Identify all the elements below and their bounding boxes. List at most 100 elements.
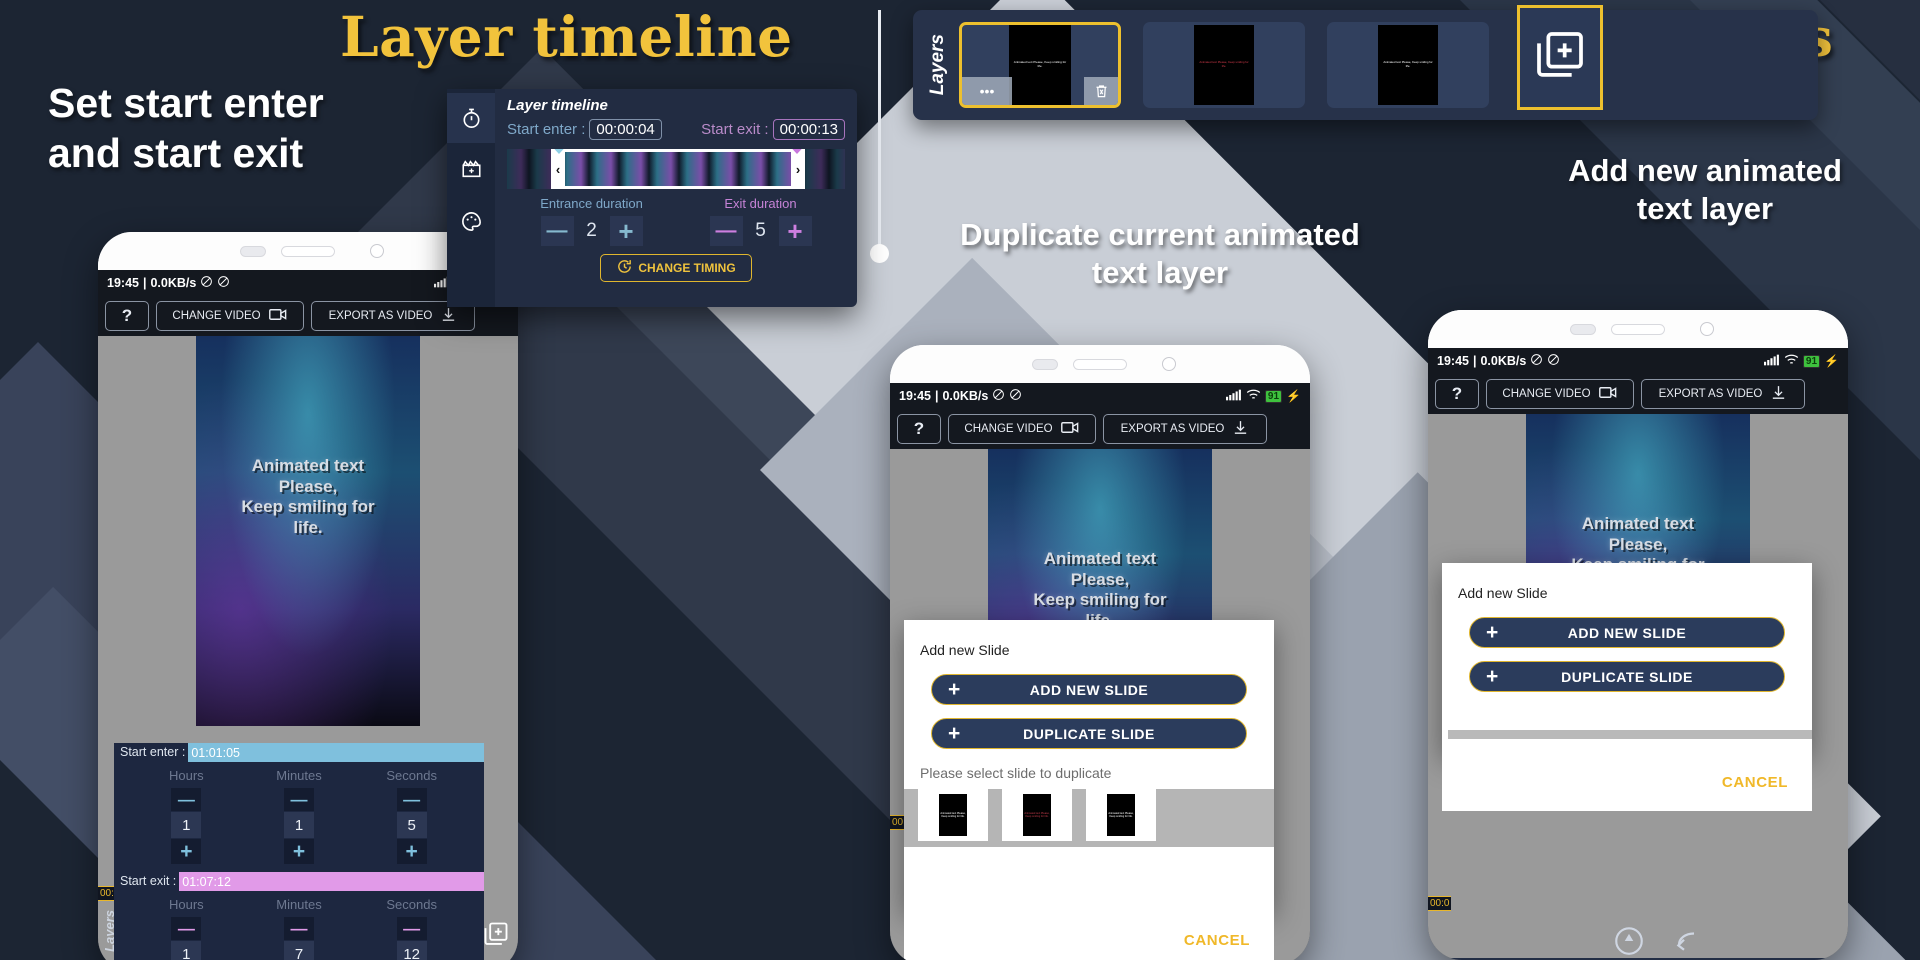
picker-col-label: Seconds xyxy=(386,768,437,783)
layer-thumb-text: Animated text Please, Keep smiling for l… xyxy=(1013,60,1067,68)
undo-icon[interactable] xyxy=(1668,926,1700,960)
add-layer-icon[interactable] xyxy=(482,920,510,953)
layer-timeline-panel[interactable]: Layer timeline Start enter : 00:00:04 St… xyxy=(447,89,857,307)
export-as-video-button[interactable]: EXPORT AS VIDEO xyxy=(1103,414,1267,444)
layer-card[interactable]: Animated text Please, Keep smiling for l… xyxy=(1143,22,1305,108)
slide-thumbnail[interactable]: Animated text Please, Keep smiling for l… xyxy=(918,789,988,841)
status-net-speed: 0.0KB/s xyxy=(942,389,989,403)
help-button[interactable]: ? xyxy=(1435,379,1479,409)
replay-icon[interactable] xyxy=(1612,924,1646,960)
picker-column-hours[interactable]: Hours — 1 + xyxy=(130,768,243,864)
slide-thumb-text: Animated text Please, Keep smiling for l… xyxy=(1023,794,1051,836)
signal-icon xyxy=(1225,389,1242,404)
add-new-slide-button[interactable]: + ADD NEW SLIDE xyxy=(1469,617,1785,648)
seconds-plus-button[interactable]: + xyxy=(396,839,427,864)
delete-icon[interactable] xyxy=(1084,77,1118,105)
dialog-footer[interactable]: CANCEL xyxy=(1442,753,1812,811)
exit-seconds-minus-button[interactable]: — xyxy=(396,917,427,940)
picker-col-label: Seconds xyxy=(386,897,437,912)
seconds-minus-button[interactable]: — xyxy=(396,788,427,811)
duplicate-slide-button[interactable]: + DUPLICATE SLIDE xyxy=(1469,661,1785,692)
minutes-minus-button[interactable]: — xyxy=(284,788,314,811)
start-exit-label: Start exit : xyxy=(701,121,769,138)
picker-column-seconds[interactable]: Seconds — 5 + xyxy=(355,768,468,864)
video-text-line: Keep smiling for xyxy=(241,497,375,517)
duplicate-slide-button[interactable]: + DUPLICATE SLIDE xyxy=(931,718,1247,749)
dialog-scroll-area[interactable] xyxy=(1448,730,1812,739)
stopwatch-icon[interactable] xyxy=(447,93,495,143)
change-video-label: CHANGE VIDEO xyxy=(1502,388,1591,400)
slide-thumbnail[interactable]: Animated text Please, Keep smiling for l… xyxy=(1086,789,1156,841)
exit-hours-value: 1 xyxy=(171,941,202,960)
download-icon xyxy=(440,306,457,326)
enter-handle[interactable]: ‹ xyxy=(551,149,565,189)
start-enter-group[interactable]: Start enter : 00:00:04 xyxy=(507,119,662,140)
slide-thumbnail-list[interactable]: Animated text Please, Keep smiling for l… xyxy=(904,789,1274,847)
dialog-cancel-button[interactable]: CANCEL xyxy=(1722,774,1788,791)
video-preview[interactable]: Animated text Please, Keep smiling for l… xyxy=(196,336,420,726)
exit-duration-controls[interactable]: — 5 + xyxy=(676,216,845,246)
add-new-slide-dialog[interactable]: Add new Slide + ADD NEW SLIDE + DUPLICAT… xyxy=(1442,563,1812,753)
change-video-button[interactable]: CHANGE VIDEO xyxy=(1486,379,1634,409)
app-toolbar[interactable]: ? CHANGE VIDEO EXPORT AS VIDEO xyxy=(1428,374,1848,414)
change-video-button[interactable]: CHANGE VIDEO xyxy=(948,414,1096,444)
dialog-title: Add new Slide xyxy=(1458,585,1548,601)
video-text-line: Animated text xyxy=(1581,514,1695,533)
entrance-duration-controls[interactable]: — 2 + xyxy=(507,216,676,246)
exit-handle[interactable]: › xyxy=(791,149,805,189)
picker-column-hours-exit[interactable]: Hours — 1 + xyxy=(130,897,243,960)
slide-thumbnail[interactable]: Animated text Please, Keep smiling for l… xyxy=(1002,789,1072,841)
help-button[interactable]: ? xyxy=(897,414,941,444)
start-exit-value[interactable]: 00:00:13 xyxy=(772,119,845,140)
entrance-minus-button[interactable]: — xyxy=(540,216,574,246)
change-video-button[interactable]: CHANGE VIDEO xyxy=(156,301,304,331)
exit-hours-minus-button[interactable]: — xyxy=(171,917,202,940)
add-new-slide-button[interactable]: + ADD NEW SLIDE xyxy=(931,674,1247,705)
start-enter-value[interactable]: 00:00:04 xyxy=(589,119,662,140)
add-layer-button[interactable] xyxy=(1517,5,1603,110)
export-label: EXPORT AS VIDEO xyxy=(1120,423,1225,435)
entrance-plus-button[interactable]: + xyxy=(609,216,643,246)
add-new-slide-dialog[interactable]: Add new Slide + ADD NEW SLIDE + DUPLICAT… xyxy=(904,620,1274,910)
exit-duration-label: Exit duration xyxy=(724,196,797,211)
layer-more-icon[interactable]: ••• xyxy=(962,77,1012,105)
video-text-line: Please, xyxy=(1608,534,1668,554)
picker-enter-grid[interactable]: Hours — 1 + Minutes — 1 + Seconds — 5 + xyxy=(114,762,484,872)
picker-column-minutes-exit[interactable]: Minutes — 7 + xyxy=(243,897,356,960)
picker-exit-grid[interactable]: Hours — 1 + Minutes — 7 + Seconds — 12 + xyxy=(114,891,484,960)
phone-top-bezel xyxy=(1428,310,1848,348)
timeline-filmstrip[interactable]: ‹ › xyxy=(507,149,845,189)
dialog-cancel-button[interactable]: CANCEL xyxy=(1184,932,1250,949)
change-timing-button[interactable]: CHANGE TIMING xyxy=(600,254,752,282)
layer-card-actions[interactable]: ••• xyxy=(962,77,1118,105)
exit-plus-button[interactable]: + xyxy=(778,216,812,246)
palette-icon[interactable] xyxy=(447,195,495,247)
exit-minutes-minus-button[interactable]: — xyxy=(284,917,314,940)
minutes-plus-button[interactable]: + xyxy=(284,839,314,864)
entrance-duration-group: Entrance duration — 2 + xyxy=(507,196,676,246)
layers-strip[interactable]: Layers Animated text Please, Keep smilin… xyxy=(913,10,1818,120)
time-picker-dialog[interactable]: Start enter : 01:01:05 Hours — 1 + Minut… xyxy=(114,743,484,960)
status-bar: 19:45 | 0.0KB/s 91 ⚡ xyxy=(1428,348,1848,374)
dialog-footer[interactable]: CANCEL xyxy=(904,910,1274,960)
change-video-label: CHANGE VIDEO xyxy=(172,310,261,322)
layer-card-selected[interactable]: Animated text Please, Keep smiling for l… xyxy=(959,22,1121,108)
status-time: 19:45 xyxy=(1437,354,1469,368)
video-overlay-text: Animated text Please, Keep smiling for l… xyxy=(196,456,420,539)
export-as-video-button[interactable]: EXPORT AS VIDEO xyxy=(1641,379,1805,409)
page-title-layer-timeline: Layer timeline xyxy=(340,4,793,69)
status-left: 19:45 | 0.0KB/s xyxy=(1437,353,1560,369)
video-camera-icon xyxy=(268,308,288,324)
layer-card[interactable]: Animated text Please, Keep smiling for l… xyxy=(1327,22,1489,108)
layer-timeline-rail[interactable] xyxy=(447,89,495,307)
help-button[interactable]: ? xyxy=(105,301,149,331)
hours-minus-button[interactable]: — xyxy=(171,788,202,811)
hours-plus-button[interactable]: + xyxy=(171,839,202,864)
filmstrip-dim-left xyxy=(507,149,555,189)
app-toolbar[interactable]: ? CHANGE VIDEO EXPORT AS VIDEO xyxy=(890,409,1310,449)
exit-minus-button[interactable]: — xyxy=(709,216,743,246)
add-clip-icon[interactable] xyxy=(447,143,495,195)
picker-column-seconds-exit[interactable]: Seconds — 12 + xyxy=(355,897,468,960)
start-exit-group[interactable]: Start exit : 00:00:13 xyxy=(701,119,845,140)
picker-column-minutes[interactable]: Minutes — 1 + xyxy=(243,768,356,864)
